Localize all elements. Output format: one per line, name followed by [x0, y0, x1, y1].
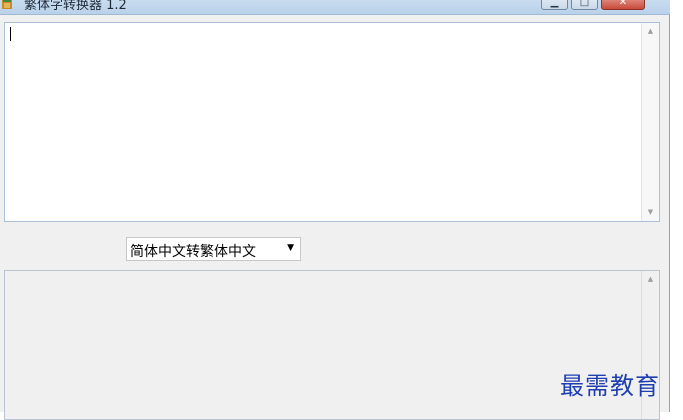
close-icon: ✕	[618, 0, 628, 8]
maximize-icon: □	[579, 0, 590, 8]
app-icon	[0, 0, 14, 10]
source-text-area[interactable]: ▲ ▼	[4, 22, 660, 222]
minimize-icon: ▁	[550, 0, 559, 8]
title-bar[interactable]: 繁体字转换器 1.2 ▁ □ ✕	[0, 0, 670, 15]
window-title: 繁体字转换器 1.2	[24, 0, 127, 13]
close-button[interactable]: ✕	[601, 0, 645, 10]
maximize-button[interactable]: □	[571, 0, 598, 10]
app-window: 繁体字转换器 1.2 ▁ □ ✕ ▲ ▼ 简体中文转繁体中文 ▼ ▲	[0, 0, 670, 420]
conversion-mode-value: 简体中文转繁体中文	[130, 244, 256, 260]
watermark-text: 最需教育	[560, 372, 660, 400]
result-text-content[interactable]	[11, 275, 637, 415]
conversion-mode-dropdown[interactable]: 简体中文转繁体中文 ▼	[126, 237, 301, 261]
scroll-up-icon[interactable]: ▲	[642, 23, 659, 40]
scroll-down-icon[interactable]: ▼	[642, 204, 659, 221]
scroll-up-icon[interactable]: ▲	[642, 271, 659, 288]
source-text-content[interactable]	[11, 27, 637, 217]
source-scrollbar[interactable]: ▲ ▼	[641, 23, 659, 221]
chevron-down-icon[interactable]: ▼	[287, 243, 294, 253]
minimize-button[interactable]: ▁	[541, 0, 568, 10]
